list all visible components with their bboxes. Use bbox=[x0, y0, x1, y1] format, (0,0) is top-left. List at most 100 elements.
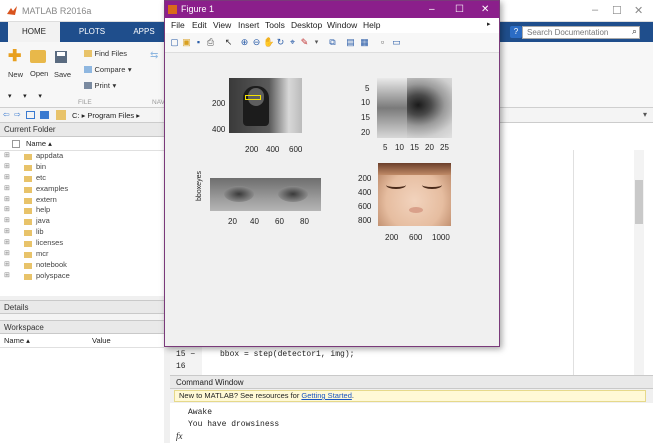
list-item[interactable]: ⊞ java bbox=[0, 216, 164, 227]
brush-icon[interactable]: ✎ bbox=[299, 37, 310, 48]
show-plot-tools-icon[interactable]: ▭ bbox=[391, 37, 402, 48]
insert-colorbar-icon[interactable]: ▤ bbox=[345, 37, 356, 48]
figure-close-icon[interactable]: ✕ bbox=[481, 1, 489, 18]
menu-file[interactable]: File bbox=[171, 20, 185, 30]
save-figure-icon[interactable]: ▪ bbox=[193, 37, 204, 48]
print-button[interactable]: Print ▾ bbox=[84, 80, 116, 90]
brush-dropdown-icon[interactable]: ▾ bbox=[311, 37, 322, 48]
figure-minimize-icon[interactable]: – bbox=[429, 1, 435, 18]
subplot-3-image[interactable] bbox=[210, 178, 321, 211]
menu-overflow-icon[interactable]: ▸ bbox=[487, 20, 491, 28]
menu-edit[interactable]: Edit bbox=[192, 20, 207, 30]
expand-icon[interactable]: ⊞ bbox=[4, 238, 10, 249]
tab-home[interactable]: HOME bbox=[8, 22, 60, 42]
folder-icon bbox=[24, 186, 32, 193]
subplot-1-image[interactable] bbox=[229, 78, 302, 133]
subplot-4-image[interactable] bbox=[378, 163, 451, 226]
menu-tools[interactable]: Tools bbox=[265, 20, 285, 30]
save-button[interactable]: Save bbox=[54, 50, 71, 79]
search-placeholder: Search Documentation bbox=[527, 28, 609, 37]
workspace-value-header[interactable]: Value bbox=[92, 334, 111, 348]
list-item[interactable]: ⊞ bin bbox=[0, 162, 164, 173]
expand-icon[interactable]: ⊞ bbox=[4, 249, 10, 260]
figure-toolbar: ▢ ▣ ▪ ⎙ ↖ ⊕ ⊖ ✋ ↻ ⌖ ✎ ▾ ⧉ ▤ ▦ ▫ ▭ bbox=[165, 33, 499, 53]
forward-icon[interactable]: ⇨ bbox=[14, 110, 21, 119]
edit-plot-icon[interactable]: ↖ bbox=[223, 37, 234, 48]
subplot-2-image[interactable] bbox=[377, 78, 452, 138]
zoom-out-icon[interactable]: ⊖ bbox=[251, 37, 262, 48]
list-item[interactable]: ⊞ help bbox=[0, 205, 164, 216]
expand-icon[interactable]: ⊞ bbox=[4, 195, 10, 206]
expand-icon[interactable]: ⊞ bbox=[4, 205, 10, 216]
workspace-name-header[interactable]: Name ▴ bbox=[4, 334, 30, 348]
data-cursor-icon[interactable]: ⌖ bbox=[287, 37, 298, 48]
figure-window[interactable]: Figure 1 – ☐ ✕ File Edit View Insert Too… bbox=[164, 0, 500, 347]
help-icon[interactable]: ? bbox=[510, 26, 522, 38]
subplot-1-ytick: 200 bbox=[212, 99, 226, 108]
tab-plots[interactable]: PLOTS bbox=[66, 22, 118, 42]
figure-maximize-icon[interactable]: ☐ bbox=[455, 1, 464, 18]
getting-started-link[interactable]: Getting Started bbox=[301, 391, 351, 400]
list-item[interactable]: ⊞ etc bbox=[0, 173, 164, 184]
details-header[interactable]: Details bbox=[0, 300, 164, 314]
new-button[interactable]: ✚ New bbox=[8, 48, 23, 80]
insert-legend-icon[interactable]: ▦ bbox=[359, 37, 370, 48]
expand-icon[interactable]: ⊞ bbox=[4, 184, 10, 195]
command-prompt[interactable]: fx bbox=[176, 431, 183, 441]
folder-name: licenses bbox=[36, 238, 64, 248]
minimize-icon[interactable]: – bbox=[592, 4, 598, 16]
compare-button[interactable]: Compare ▾ bbox=[84, 64, 132, 74]
open-file-icon[interactable]: ▣ bbox=[181, 37, 192, 48]
hide-plot-tools-icon[interactable]: ▫ bbox=[377, 37, 388, 48]
nav-section-label: NAV bbox=[152, 99, 165, 106]
editor-scroll-thumb[interactable] bbox=[635, 180, 643, 224]
list-item[interactable]: ⊞ polyspace bbox=[0, 271, 164, 282]
pan-icon[interactable]: ✋ bbox=[263, 37, 274, 48]
editor-scrollbar[interactable] bbox=[634, 150, 644, 375]
editor-dropdown-icon[interactable]: ▾ bbox=[643, 110, 647, 119]
zoom-in-icon[interactable]: ⊕ bbox=[239, 37, 250, 48]
menu-insert[interactable]: Insert bbox=[238, 20, 259, 30]
menu-desktop[interactable]: Desktop bbox=[291, 20, 322, 30]
new-icon: ✚ bbox=[8, 48, 22, 65]
expand-icon[interactable]: ⊞ bbox=[4, 260, 10, 271]
list-item[interactable]: ⊞ mcr bbox=[0, 249, 164, 260]
subplot-2-ytick: 20 bbox=[361, 128, 370, 137]
list-item[interactable]: ⊞ appdata bbox=[0, 151, 164, 162]
expand-icon[interactable]: ⊞ bbox=[4, 227, 10, 238]
expand-icon[interactable]: ⊞ bbox=[4, 151, 10, 162]
address-path[interactable]: C: ▸ Program Files ▸ bbox=[72, 111, 140, 120]
browse-folder-icon[interactable] bbox=[40, 111, 49, 119]
menu-help[interactable]: Help bbox=[363, 20, 380, 30]
menu-view[interactable]: View bbox=[213, 20, 231, 30]
menu-window[interactable]: Window bbox=[327, 20, 357, 30]
list-item[interactable]: ⊞ examples bbox=[0, 184, 164, 195]
new-figure-icon[interactable]: ▢ bbox=[169, 37, 180, 48]
back-icon[interactable]: ⇦ bbox=[3, 110, 10, 119]
find-files-button[interactable]: Find Files bbox=[84, 48, 127, 58]
search-documentation-input[interactable]: Search Documentation ⌕ bbox=[522, 26, 640, 39]
expand-icon[interactable]: ⊞ bbox=[4, 173, 10, 184]
expand-icon[interactable]: ⊞ bbox=[4, 271, 10, 282]
search-icon[interactable]: ⌕ bbox=[632, 26, 637, 37]
list-item[interactable]: ⊞ licenses bbox=[0, 238, 164, 249]
rotate-icon[interactable]: ↻ bbox=[275, 37, 286, 48]
nav-icon[interactable]: ⇆ bbox=[150, 50, 158, 61]
expand-icon[interactable]: ⊞ bbox=[4, 216, 10, 227]
list-item[interactable]: ⊞ extern bbox=[0, 195, 164, 206]
command-window-body[interactable]: Awake You have drowsiness fx bbox=[170, 403, 653, 443]
link-plot-icon[interactable]: ⧉ bbox=[327, 37, 338, 48]
print-figure-icon[interactable]: ⎙ bbox=[205, 37, 216, 48]
code-line-15[interactable]: bbox = step(detector1, img); bbox=[220, 350, 354, 359]
list-item[interactable]: ⊞ notebook bbox=[0, 260, 164, 271]
name-column-header[interactable]: Name ▴ bbox=[0, 137, 164, 151]
expand-icon[interactable]: ⊞ bbox=[4, 162, 10, 173]
checkbox-icon[interactable] bbox=[12, 140, 20, 148]
tab-apps[interactable]: APPS bbox=[124, 22, 164, 42]
open-button[interactable]: Open bbox=[30, 50, 48, 78]
list-item[interactable]: ⊞ lib bbox=[0, 227, 164, 238]
close-icon[interactable]: ✕ bbox=[634, 4, 643, 17]
up-folder-icon[interactable] bbox=[26, 111, 35, 119]
subplot-2-ytick: 15 bbox=[361, 113, 370, 122]
maximize-icon[interactable]: ☐ bbox=[612, 4, 622, 17]
